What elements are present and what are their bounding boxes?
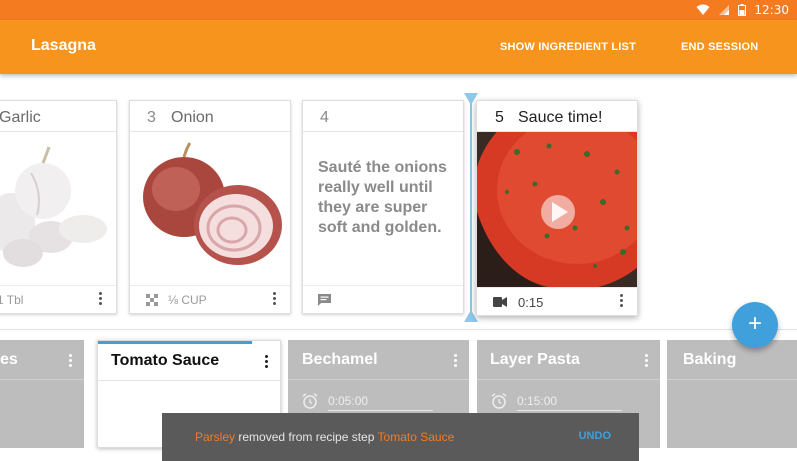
step-footer: 1 Tbl [0,285,116,313]
app-title: Lasagna [31,37,96,54]
recipe-tab-header: Bechamel [288,340,469,380]
step-duration: 0:15 [518,295,544,310]
app-bar: Lasagna SHOW INGREDIENT LIST END SESSION [0,20,797,74]
recipe-tab-name: Baking [683,351,737,368]
recipe-tab-header: Layer Pasta [477,340,660,380]
snackbar-recipe: Tomato Sauce [377,430,455,444]
end-session-button[interactable]: END SESSION [681,41,758,53]
show-ingredient-list-button[interactable]: SHOW INGREDIENT LIST [500,41,636,53]
more-options-icon[interactable] [453,354,457,367]
step-header: 5 Sauce time! [477,101,637,132]
add-step-button[interactable]: + [732,302,778,348]
snackbar-text: removed from recipe step [235,430,378,444]
step-name: Sauce time! [518,109,603,126]
step-number: 4 [320,109,329,126]
step-name: Garlic [0,109,41,126]
video-camera-icon [493,297,507,307]
status-bar: 12:30 [0,0,797,20]
recipe-tab-name: Layer Pasta [490,351,580,368]
comment-icon [318,294,331,306]
status-time: 12:30 [754,3,789,17]
recipe-tab-name: es [0,351,18,368]
battery-icon [738,4,747,16]
step-card-note[interactable]: 4 Sauté the onions really well until the… [302,100,464,314]
signal-icon [719,5,730,15]
step-footer: ⅛ CUP [130,285,290,313]
recipe-tab-header: Tomato Sauce [98,341,280,381]
snackbar: Parsley removed from recipe step Tomato … [162,413,639,461]
more-options-icon[interactable] [98,292,102,305]
step-header: Garlic [0,101,116,132]
snackbar-message: Parsley removed from recipe step Tomato … [195,430,454,444]
ingredient-icon [146,294,158,306]
step-number: 5 [495,109,504,126]
more-options-icon[interactable] [272,292,276,305]
garlic-image [0,146,107,267]
section-divider [0,329,797,330]
alarm-clock-icon [302,393,318,409]
recipe-tab-name: Tomato Sauce [111,352,220,369]
step-number: 3 [147,109,156,126]
timer-underline [517,410,622,411]
more-options-icon[interactable] [644,354,648,367]
step-footer: 0:15 [477,287,637,315]
recipe-tab-header: es [0,340,84,380]
recipe-timer: 0:05:00 [302,393,368,409]
drop-indicator-line [470,100,472,316]
recipe-tab-partial[interactable]: es [0,340,84,448]
step-note-text: Sauté the onions really well until they … [318,159,447,236]
step-card-sauce-time[interactable]: 5 Sauce time! 0:15 [476,100,638,316]
step-header: 3 Onion [130,101,290,132]
more-options-icon[interactable] [619,294,623,307]
recipe-tab-header: Baking [667,340,797,380]
recipe-timer-value: 0:15:00 [517,394,558,408]
step-footer [303,285,463,313]
step-quantity: ⅛ CUP [168,293,207,307]
timer-underline [328,410,433,411]
recipe-timer-value: 0:05:00 [328,394,369,408]
recipe-tab-name: Bechamel [302,351,378,368]
step-header: 4 [303,101,463,132]
sauce-video-thumbnail[interactable] [477,132,638,288]
snackbar-ingredient: Parsley [195,430,236,444]
undo-button[interactable]: UNDO [579,430,611,442]
alarm-clock-icon [491,393,507,409]
more-options-icon[interactable] [68,354,72,367]
onion-image [143,142,282,265]
recipe-timer: 0:15:00 [491,393,557,409]
step-card-onion[interactable]: 3 Onion ⅛ CUP [129,100,291,314]
more-options-icon[interactable] [264,355,268,368]
step-card-garlic[interactable]: Garlic 1 Tbl [0,100,117,314]
step-quantity: 1 Tbl [0,293,24,307]
wifi-icon [696,4,710,15]
recipe-tab-baking[interactable]: Baking [667,340,797,448]
step-name: Onion [171,109,214,126]
